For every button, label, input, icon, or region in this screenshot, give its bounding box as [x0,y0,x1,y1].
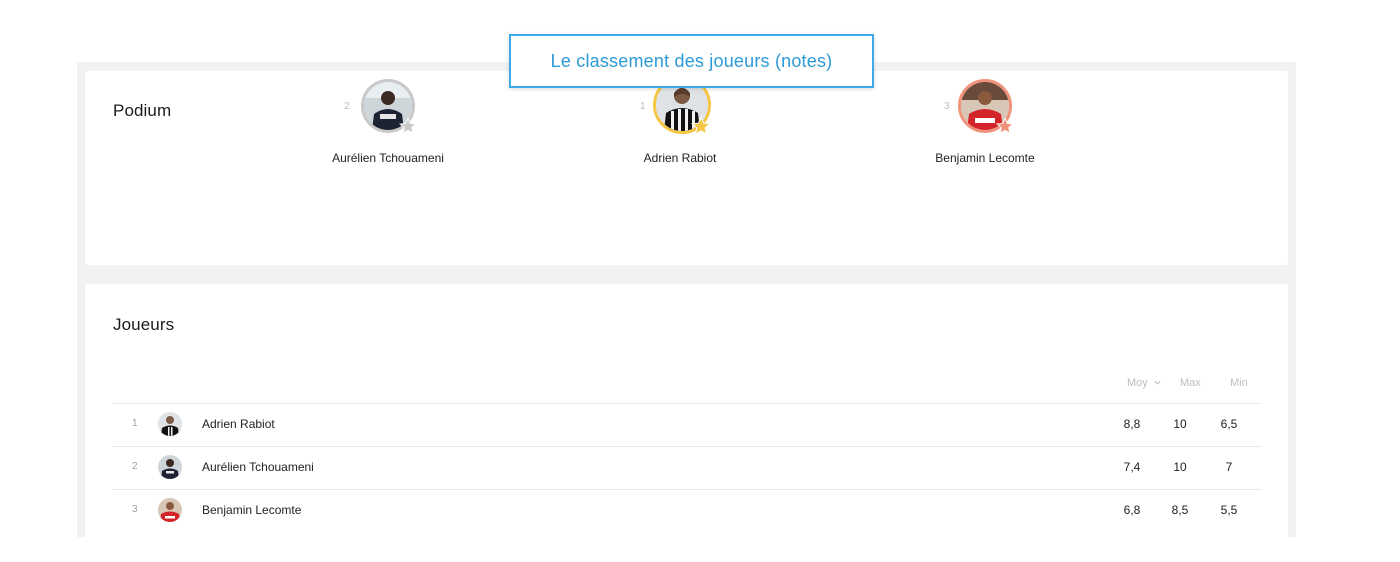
table-header: Moy Max Min [113,377,1261,391]
podium-rank: 3 [944,101,950,112]
row-rank: 1 [132,418,138,429]
avatar [958,79,1014,135]
table-row[interactable]: 2 Aurélien Tchouameni 7,4 10 7 [113,446,1261,489]
avatar [158,498,182,522]
column-moy[interactable]: Moy [1127,377,1162,389]
avatar [158,412,182,436]
table-row[interactable]: 3 Benjamin Lecomte 6,8 8,5 5,5 [113,489,1261,532]
players-title: Joueurs [113,315,175,334]
star-icon [691,116,711,136]
title-callout: Le classement des joueurs (notes) [509,34,874,88]
row-rank: 3 [132,504,138,515]
row-min: 6,5 [1220,417,1238,431]
chevron-down-icon [1154,380,1161,385]
podium-rank: 2 [344,101,350,112]
column-moy-label: Moy [1127,377,1148,389]
row-name: Adrien Rabiot [202,417,275,431]
podium-name: Aurélien Tchouameni [332,151,444,165]
podium-rank: 1 [640,101,646,112]
podium-title: Podium [113,101,172,120]
row-min: 7 [1225,460,1233,474]
row-max: 8,5 [1171,503,1189,517]
players-card: Joueurs Moy Max Min 1 Adrien Rabiot 8,8 … [85,284,1288,544]
column-max[interactable]: Max [1180,377,1201,389]
column-min[interactable]: Min [1230,377,1248,389]
row-rank: 2 [132,461,138,472]
row-moy: 7,4 [1123,460,1141,474]
table-row[interactable]: 1 Adrien Rabiot 8,8 10 6,5 [113,403,1261,446]
podium-name: Adrien Rabiot [643,151,717,165]
podium-name: Benjamin Lecomte [935,151,1035,165]
row-max: 10 [1173,417,1187,431]
row-moy: 8,8 [1123,417,1141,431]
avatar [158,455,182,479]
row-moy: 6,8 [1123,503,1141,517]
row-min: 5,5 [1220,503,1238,517]
star-icon [996,117,1014,135]
players-table: 1 Adrien Rabiot 8,8 10 6,5 2 Aurélien Tc… [113,403,1261,532]
row-name: Aurélien Tchouameni [202,460,314,474]
row-max: 10 [1173,460,1187,474]
star-icon [399,117,417,135]
avatar [361,79,417,135]
row-name: Benjamin Lecomte [202,503,302,517]
